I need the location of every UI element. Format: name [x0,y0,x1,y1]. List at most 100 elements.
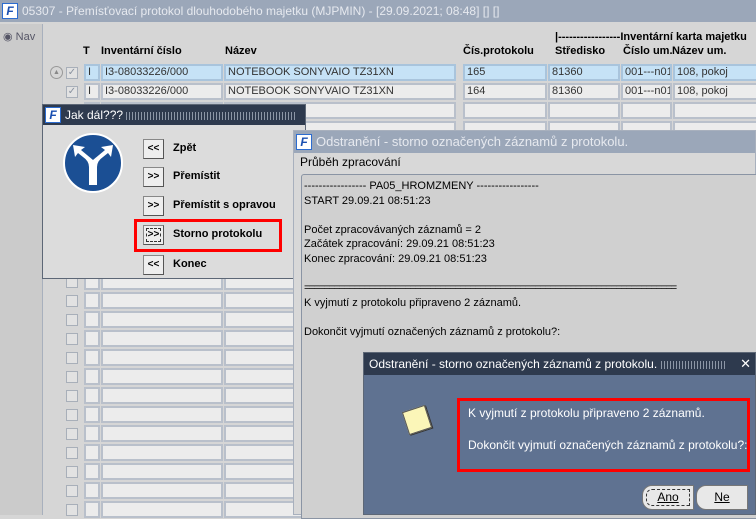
log-line: Počet zpracovávaných záznamů = 2 [304,223,482,236]
cell-cislo_um[interactable]: 001---n01--10 [621,83,672,100]
cell-t[interactable]: I [84,64,100,81]
yes-button[interactable]: Ano [642,485,694,510]
cell-protokol[interactable]: 164 [463,83,547,100]
cell-inv[interactable] [101,330,223,347]
log-line: Konec zpracování: 29.09.21 08:51:23 [304,253,487,265]
close-button[interactable]: ✕ [740,353,751,375]
main-title: 05307 - Přemísťovací protokol dlouhodobé… [22,4,500,18]
app-logo-icon: F [2,3,18,19]
row-checkbox[interactable] [66,371,78,383]
cell-inv[interactable] [101,406,223,423]
cell-inv[interactable] [101,444,223,461]
row-checkbox[interactable] [66,504,78,516]
storno-highlight [134,219,282,252]
jak-dal-dialog: F Jak dál??? [42,104,306,279]
col-nazev-um: Název um. [672,45,727,57]
cell-cislo_um[interactable]: 001---n01--10 [621,64,672,81]
cell-cislo_um[interactable] [621,102,672,119]
row-checkbox[interactable] [66,390,78,402]
row-checkbox[interactable] [66,466,78,478]
scroll-up-button[interactable]: ▲ [50,66,63,79]
row-checkbox[interactable] [66,352,78,364]
jak-dal-button-4[interactable]: << [143,255,164,275]
fork-arrow-icon [63,133,123,193]
cell-inv[interactable]: I3-08033226/000 [101,64,223,81]
log-line: Začátek zpracování: 29.09.21 08:51:23 [304,238,495,251]
message-highlight [457,398,750,472]
row-checkbox[interactable] [66,428,78,440]
cell-nazev[interactable]: NOTEBOOK SONYVAIO TZ31XN [224,83,456,100]
log-line: START 29.09.21 08:51:23 [304,194,431,207]
row-checkbox[interactable]: ✓ [66,67,78,79]
col-cislo-um: Číslo um. [623,45,673,57]
cell-t[interactable] [84,349,100,366]
cell-inv[interactable] [101,425,223,442]
cell-protokol[interactable]: 165 [463,64,547,81]
cell-t[interactable] [84,292,100,309]
row-checkbox[interactable] [66,314,78,326]
col-nazev: Název [225,45,257,57]
jak-dal-label-0[interactable]: Zpět [173,142,196,154]
progress-title-bar: F Odstranění - storno označených záznamů… [294,131,755,153]
jak-dal-button-0[interactable]: << [143,139,164,159]
col-inv: Inventární číslo [101,45,182,57]
log-line: ----------------- PA05_HROMZMENY -------… [304,180,539,192]
cell-inv[interactable] [101,292,223,309]
cell-inv[interactable] [101,311,223,328]
row-checkbox[interactable]: ✓ [66,86,78,98]
cell-nazev_um[interactable]: 108, pokoj [673,83,756,100]
title-grip [126,111,297,120]
confirm-title: Odstranění - storno označených záznamů z… [369,357,658,371]
jak-dal-label-4[interactable]: Konec [173,258,207,270]
cell-stredisko[interactable] [548,102,620,119]
cell-inv[interactable]: I3-08033226/000 [101,83,223,100]
cell-t[interactable] [84,444,100,461]
nav-radio[interactable]: ◉ Nav [3,30,35,43]
cell-t[interactable] [84,406,100,423]
group-header: |-----------------Inventární karta majet… [555,31,747,43]
row-checkbox[interactable] [66,447,78,459]
row-checkbox[interactable] [66,485,78,497]
app-logo-icon: F [296,134,312,150]
note-icon [401,404,433,436]
cell-t[interactable] [84,330,100,347]
cell-t[interactable] [84,425,100,442]
progress-title: Odstranění - storno označených záznamů z… [316,134,629,149]
jak-dal-button-1[interactable]: >> [143,167,164,187]
cell-protokol[interactable] [463,102,547,119]
jak-dal-button-2[interactable]: >> [143,196,164,216]
jak-dal-label-1[interactable]: Přemístit [173,170,220,182]
col-protokol: Čís.protokolu [463,45,534,57]
cell-stredisko[interactable]: 81360 [548,64,620,81]
cell-t[interactable] [84,368,100,385]
radio-icon: ◉ [3,31,13,43]
cell-inv[interactable] [101,368,223,385]
cell-t[interactable] [84,463,100,480]
cell-inv[interactable] [101,349,223,366]
cell-stredisko[interactable]: 81360 [548,83,620,100]
title-grip [660,360,726,369]
cell-t[interactable] [84,482,100,499]
row-checkbox[interactable] [66,333,78,345]
app-logo-icon: F [45,107,61,123]
cell-t[interactable] [84,311,100,328]
cell-inv[interactable] [101,501,223,518]
cell-nazev_um[interactable] [673,102,756,119]
no-button[interactable]: Ne [696,485,748,510]
row-checkbox[interactable] [66,409,78,421]
cell-t[interactable] [84,501,100,518]
cell-nazev_um[interactable]: 108, pokoj [673,64,756,81]
cell-t[interactable]: I [84,83,100,100]
row-checkbox[interactable] [66,295,78,307]
cell-nazev[interactable]: NOTEBOOK SONYVAIO TZ31XN [224,64,456,81]
cell-inv[interactable] [101,463,223,480]
progress-subtitle: Průběh zpracování [300,155,401,169]
cell-t[interactable] [84,387,100,404]
cell-inv[interactable] [101,387,223,404]
jak-dal-title-bar: F Jak dál??? [43,105,305,125]
jak-dal-label-2[interactable]: Přemístit s opravou [173,199,276,211]
log-line: ========================================… [304,282,677,295]
cell-inv[interactable] [101,482,223,499]
confirm-title-bar: Odstranění - storno označených záznamů z… [364,353,755,375]
main-title-bar: F 05307 - Přemísťovací protokol dlouhodo… [0,0,756,22]
